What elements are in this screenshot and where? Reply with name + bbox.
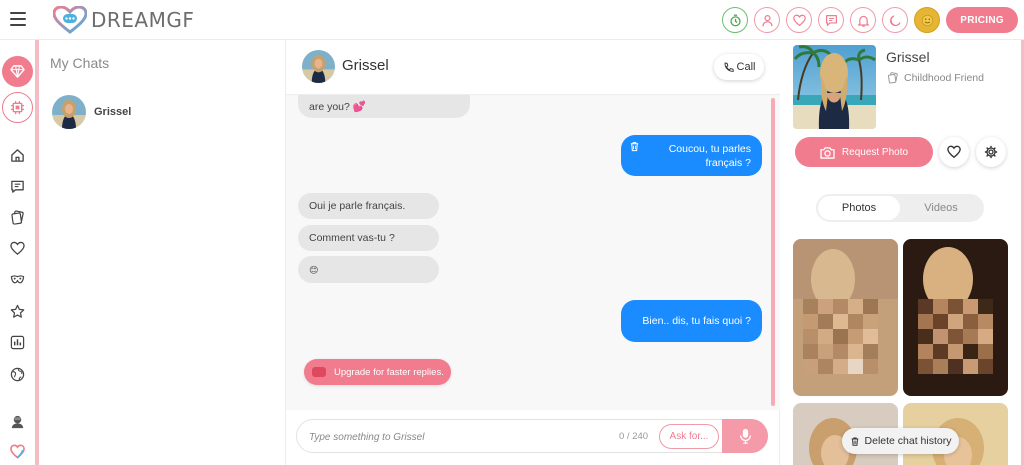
delete-chat-history-label: Delete chat history bbox=[864, 435, 952, 447]
profile-name: Grissel bbox=[886, 49, 930, 65]
creator-icon[interactable] bbox=[9, 413, 26, 430]
request-photo-button[interactable]: Request Photo bbox=[795, 137, 933, 167]
profile-panel: Grissel Childhood Friend Request Photo P… bbox=[780, 40, 1024, 465]
profile-icon[interactable] bbox=[754, 7, 781, 33]
message-outgoing: Coucou, tu parles français ? bbox=[621, 135, 762, 176]
left-nav bbox=[0, 40, 39, 465]
smile-icon[interactable] bbox=[914, 7, 941, 33]
message-incoming: Oui je parle français. bbox=[298, 193, 439, 219]
message-outgoing: Bien.. dis, tu fais quoi ? bbox=[621, 300, 762, 342]
pricing-button[interactable]: PRICING bbox=[946, 7, 1018, 33]
scrollbar[interactable] bbox=[771, 98, 775, 406]
favorites-heart-icon[interactable] bbox=[9, 240, 26, 257]
chat-area: Grissel Call are you? 💕 Coucou, tu parle… bbox=[286, 40, 780, 465]
logo-heart-icon bbox=[53, 6, 87, 34]
like-button[interactable] bbox=[939, 137, 969, 167]
globe-icon[interactable] bbox=[9, 366, 26, 383]
message-list: are you? 💕 Coucou, tu parles français ? … bbox=[286, 95, 780, 410]
chat-title: Grissel bbox=[342, 57, 389, 74]
call-button[interactable]: Call bbox=[714, 54, 764, 80]
mic-button[interactable] bbox=[722, 419, 768, 453]
chip-icon[interactable] bbox=[2, 92, 33, 123]
message-incoming: 😊 bbox=[298, 256, 439, 283]
chat-icon[interactable] bbox=[818, 7, 845, 33]
avatar[interactable] bbox=[302, 50, 335, 83]
relationship-label: Childhood Friend bbox=[904, 72, 984, 84]
delete-message-icon[interactable] bbox=[629, 141, 640, 152]
camera-icon bbox=[820, 146, 835, 159]
upgrade-button[interactable]: Upgrade for faster replies. bbox=[304, 359, 451, 385]
message-text: Coucou, tu parles français ? bbox=[668, 142, 751, 169]
nav-divider bbox=[35, 40, 39, 465]
phone-icon bbox=[724, 62, 734, 72]
ask-for-button[interactable]: Ask for... bbox=[659, 424, 719, 449]
heart-icon[interactable] bbox=[786, 7, 813, 33]
upgrade-badge-icon bbox=[312, 367, 326, 377]
top-icon-bar: PRICING bbox=[722, 7, 1018, 33]
star-icon[interactable] bbox=[9, 303, 26, 320]
heart-icon bbox=[947, 145, 961, 159]
relationship-icon bbox=[887, 72, 898, 84]
message-text: Comment vas-tu ? bbox=[309, 232, 395, 244]
message-text: Oui je parle français. bbox=[309, 200, 406, 212]
tab-videos[interactable]: Videos bbox=[900, 196, 982, 220]
chats-panel: My Chats Grissel bbox=[40, 40, 286, 465]
message-text: are you? 💕 bbox=[309, 100, 366, 113]
brand-heart-icon[interactable] bbox=[9, 443, 26, 460]
refresh-timer-icon[interactable] bbox=[722, 7, 749, 33]
moon-icon[interactable] bbox=[882, 7, 909, 33]
gallery-photo[interactable] bbox=[903, 239, 1008, 396]
chats-title: My Chats bbox=[50, 55, 110, 71]
delete-chat-history-button[interactable]: Delete chat history bbox=[842, 428, 959, 454]
menu-icon[interactable] bbox=[10, 12, 26, 26]
avatar bbox=[52, 95, 86, 129]
chat-list-name: Grissel bbox=[94, 106, 132, 118]
media-tabs: Photos Videos bbox=[816, 194, 984, 222]
settings-button[interactable] bbox=[976, 137, 1006, 167]
tab-photos[interactable]: Photos bbox=[818, 196, 900, 220]
message-incoming: Comment vas-tu ? bbox=[298, 225, 439, 251]
message-composer: 0 / 240 Ask for... bbox=[296, 419, 768, 453]
top-bar: DREAMGF PRICING bbox=[0, 0, 1024, 40]
upgrade-label: Upgrade for faster replies. bbox=[334, 366, 444, 378]
cards-icon[interactable] bbox=[9, 209, 26, 226]
chat-list-item[interactable]: Grissel bbox=[52, 94, 272, 130]
gallery-photo[interactable] bbox=[793, 239, 898, 396]
chat-header: Grissel Call bbox=[286, 40, 780, 95]
message-text: Bien.. dis, tu fais quoi ? bbox=[642, 315, 751, 327]
logo[interactable]: DREAMGF bbox=[53, 6, 194, 34]
call-label: Call bbox=[736, 61, 756, 73]
mask-icon[interactable] bbox=[9, 271, 26, 288]
brand-name: DREAMGF bbox=[91, 8, 195, 32]
diamond-icon[interactable] bbox=[2, 56, 33, 87]
messages-icon[interactable] bbox=[9, 178, 26, 195]
request-photo-label: Request Photo bbox=[841, 146, 909, 158]
microphone-icon bbox=[739, 428, 751, 444]
char-count: 0 / 240 bbox=[619, 431, 649, 442]
stats-icon[interactable] bbox=[9, 334, 26, 351]
bell-icon[interactable] bbox=[850, 7, 877, 33]
home-icon[interactable] bbox=[9, 147, 26, 164]
trash-icon bbox=[851, 437, 858, 446]
message-text: 😊 bbox=[309, 264, 319, 275]
profile-relationship: Childhood Friend bbox=[887, 72, 984, 84]
profile-photo[interactable] bbox=[793, 45, 876, 129]
gear-icon bbox=[984, 145, 998, 159]
message-incoming: are you? 💕 bbox=[298, 95, 470, 118]
message-input[interactable] bbox=[309, 429, 589, 445]
